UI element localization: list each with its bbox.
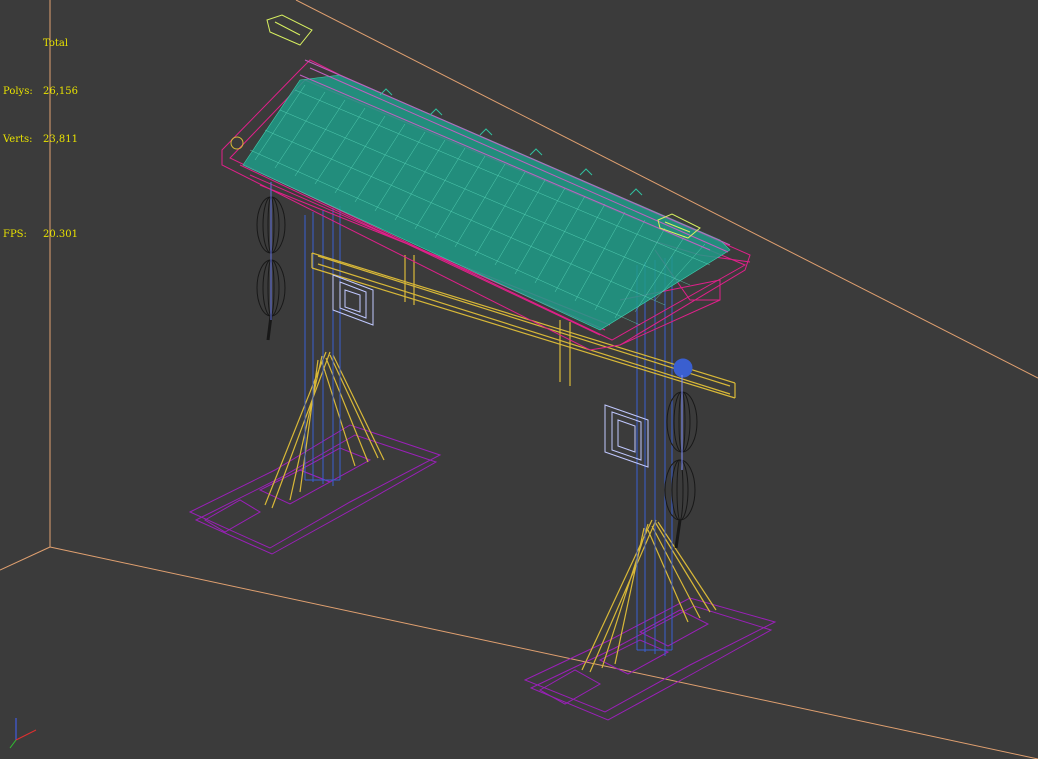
verts-value: 23,811 — [43, 134, 78, 145]
stats-overlay: Total Polys: 26,156 Verts: 23,811 FPS: 20.3… — [3, 4, 78, 275]
stats-polys: Polys: 26,156 — [3, 84, 78, 100]
axis-gizmo-icon — [9, 718, 37, 749]
polys-value: 26,156 — [43, 86, 78, 97]
base-right — [523, 597, 777, 721]
viewport-perspective[interactable]: Total Polys: 26,156 Verts: 23,811 FPS: 20.3… — [0, 0, 1038, 759]
stats-spacer — [3, 180, 78, 195]
base-left — [188, 424, 442, 555]
left-end-cap — [230, 136, 244, 150]
lantern-right — [664, 358, 698, 549]
stats-verts: Verts: 23,811 — [3, 132, 78, 148]
stats-title: Total — [43, 38, 69, 49]
wireframe-scene[interactable] — [0, 0, 1038, 759]
fps-value: 20.301 — [43, 229, 78, 240]
verts-label: Verts: — [3, 134, 33, 145]
fps-label: FPS: — [3, 229, 27, 240]
grid-edges — [0, 0, 1038, 759]
polys-label: Polys: — [3, 86, 33, 97]
lantern-left — [256, 182, 286, 341]
stats-fps: FPS: 20.301 — [3, 227, 78, 243]
roof-tiles — [242, 74, 731, 331]
